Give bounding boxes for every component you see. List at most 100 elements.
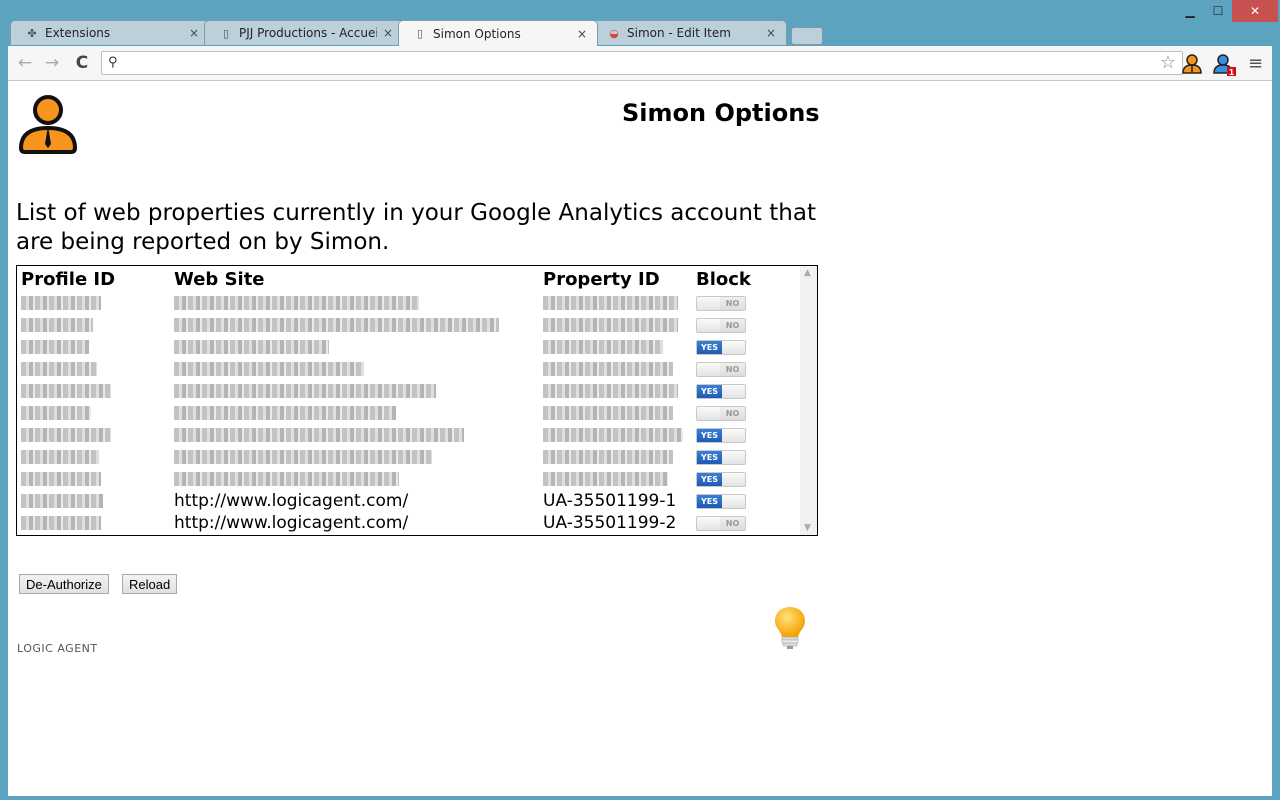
redacted-value	[174, 384, 436, 398]
redacted-value	[21, 384, 111, 398]
redacted-value	[21, 406, 91, 420]
close-tab-icon[interactable]: ×	[577, 27, 587, 41]
toggle-state-label: YES	[697, 450, 722, 464]
lightbulb-icon[interactable]	[772, 605, 808, 653]
toggle-state-label: NO	[720, 516, 745, 530]
block-cell: YES	[696, 490, 796, 512]
table-row: YES	[21, 446, 796, 468]
header-block: Block	[696, 268, 751, 290]
extension-badge: 1	[1229, 68, 1235, 76]
web-site-cell: http://www.logicagent.com/	[174, 513, 409, 533]
chrome-menu-icon[interactable]: ≡	[1248, 53, 1263, 74]
block-toggle[interactable]: NO	[696, 405, 746, 421]
property-id-cell	[543, 424, 696, 446]
page-title: Simon Options	[622, 99, 820, 127]
block-toggle[interactable]: NO	[696, 361, 746, 377]
block-cell: NO	[696, 402, 796, 424]
web-site-cell: http://www.logicagent.com/	[174, 491, 409, 511]
tab-simon-edit-item[interactable]: ◒ Simon - Edit Item ×	[592, 20, 787, 45]
back-button[interactable]: ←	[14, 52, 36, 74]
property-id-cell	[543, 336, 696, 358]
tab-strip: ✤ Extensions × ▯ PJJ Productions - Accue…	[10, 20, 823, 46]
redacted-value	[21, 450, 99, 464]
property-id-cell	[543, 446, 696, 468]
block-cell: YES	[696, 468, 796, 490]
block-toggle[interactable]: YES	[696, 339, 746, 355]
block-toggle[interactable]: NO	[696, 317, 746, 333]
block-cell: YES	[696, 336, 796, 358]
tab-extensions[interactable]: ✤ Extensions ×	[10, 20, 210, 45]
scroll-up-icon[interactable]: ▲	[804, 268, 811, 278]
toggle-state-label: YES	[697, 472, 722, 486]
close-window-button[interactable]: ✕	[1232, 0, 1278, 22]
redacted-value	[543, 362, 673, 376]
new-tab-button[interactable]	[791, 27, 823, 45]
bookmark-star-icon[interactable]: ☆	[1160, 52, 1176, 73]
toggle-state-label: YES	[697, 340, 722, 354]
block-toggle[interactable]: NO	[696, 295, 746, 311]
page-icon: ▯	[222, 26, 230, 40]
redacted-value	[543, 340, 663, 354]
table-scrollbar[interactable]: ▲ ▼	[800, 266, 817, 535]
block-toggle[interactable]: YES	[696, 471, 746, 487]
block-toggle[interactable]: YES	[696, 449, 746, 465]
redacted-value	[543, 296, 678, 310]
block-toggle[interactable]: YES	[696, 493, 746, 509]
minimize-button[interactable]: ▁	[1176, 0, 1204, 22]
profile-id-cell	[21, 490, 174, 512]
profile-id-cell	[21, 402, 174, 424]
reload-page-button[interactable]: Reload	[122, 574, 178, 594]
block-cell: NO	[696, 512, 796, 534]
tab-label: Extensions	[45, 26, 111, 40]
redacted-value	[174, 318, 499, 332]
redacted-value	[21, 318, 93, 332]
block-toggle[interactable]: YES	[696, 427, 746, 443]
block-toggle[interactable]: YES	[696, 383, 746, 399]
web-site-cell	[174, 358, 543, 380]
tab-label: Simon - Edit Item	[627, 26, 731, 40]
profile-id-cell	[21, 358, 174, 380]
redacted-value	[174, 296, 419, 310]
redacted-value	[543, 472, 668, 486]
properties-table: Profile ID Web Site Property ID Block NO…	[21, 266, 796, 534]
block-cell: YES	[696, 424, 796, 446]
omnibox[interactable]: ⚲ ☆	[101, 51, 1183, 75]
redacted-value	[543, 450, 673, 464]
puzzle-icon: ✤	[27, 26, 37, 40]
redacted-value	[174, 362, 364, 376]
page-content: Simon Options List of web properties cur…	[8, 81, 1272, 796]
table-row: NO	[21, 292, 796, 314]
property-id-cell: UA-35501199-2	[543, 513, 677, 533]
reload-button[interactable]: C	[71, 52, 93, 74]
tab-pjj-productions[interactable]: ▯ PJJ Productions - Accueil ×	[204, 20, 404, 45]
web-site-cell	[174, 402, 543, 424]
toggle-state-label: YES	[697, 428, 722, 442]
maximize-button[interactable]: ☐	[1204, 0, 1232, 22]
table-row: NO	[21, 402, 796, 424]
block-toggle[interactable]: NO	[696, 515, 746, 531]
address-input[interactable]	[128, 54, 1142, 74]
table-header-row: Profile ID Web Site Property ID Block	[21, 266, 796, 292]
web-site-cell	[174, 380, 543, 402]
web-site-cell	[174, 446, 543, 468]
close-tab-icon[interactable]: ×	[766, 26, 776, 40]
block-cell: YES	[696, 380, 796, 402]
de-authorize-button[interactable]: De-Authorize	[19, 574, 109, 594]
tab-label: Simon Options	[433, 26, 521, 41]
table-row: YES	[21, 336, 796, 358]
tab-simon-options[interactable]: ▯ Simon Options ×	[398, 20, 598, 46]
profile-id-cell	[21, 424, 174, 446]
close-tab-icon[interactable]: ×	[383, 26, 393, 40]
simon-extension-icon[interactable]	[1180, 52, 1204, 76]
block-cell: YES	[696, 446, 796, 468]
redacted-value	[543, 318, 678, 332]
chrome-store-icon: ◒	[609, 26, 619, 40]
close-tab-icon[interactable]: ×	[189, 26, 199, 40]
profile-id-cell	[21, 446, 174, 468]
user-extension-icon[interactable]: 1	[1212, 52, 1236, 76]
property-id-cell: UA-35501199-1	[543, 491, 677, 511]
redacted-value	[174, 340, 329, 354]
forward-button[interactable]: →	[41, 52, 63, 74]
property-id-cell	[543, 402, 696, 424]
scroll-down-icon[interactable]: ▼	[804, 523, 811, 533]
